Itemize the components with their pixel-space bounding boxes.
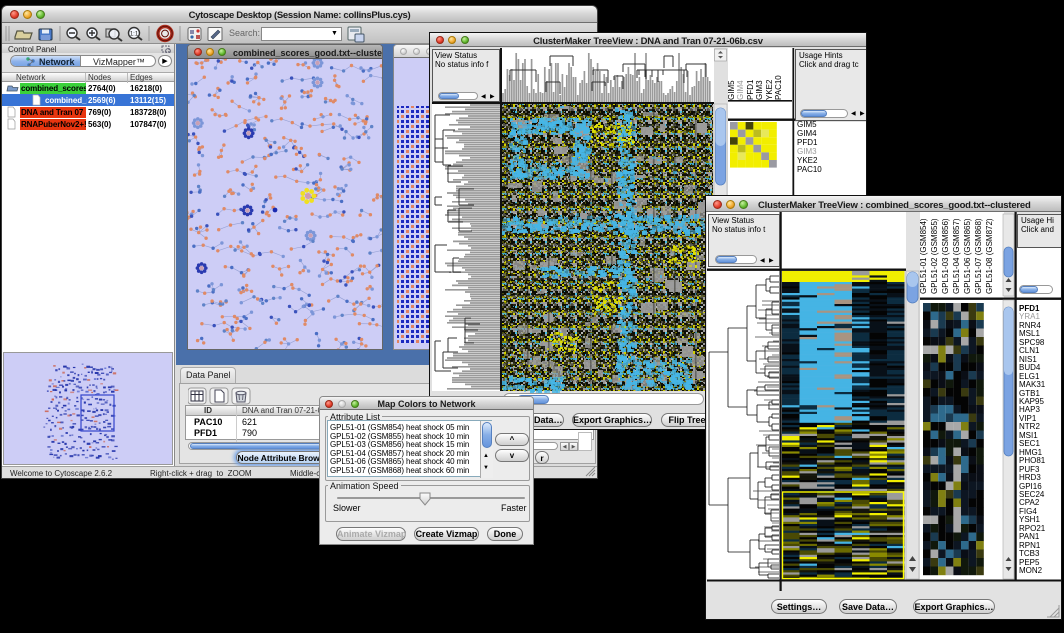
svg-text:1:1: 1:1 bbox=[130, 32, 139, 38]
